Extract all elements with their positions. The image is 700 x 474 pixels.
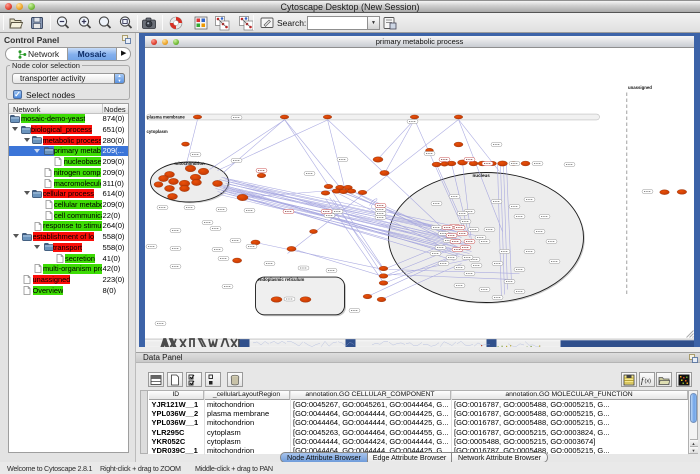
svg-text:nucleus: nucleus	[473, 173, 491, 178]
svg-text:plasma membrane: plasma membrane	[147, 114, 185, 119]
svg-text:cytoplasm: cytoplasm	[147, 129, 168, 134]
svg-text:unassigned: unassigned	[628, 85, 652, 90]
svg-text:mitochondrion: mitochondrion	[175, 161, 205, 166]
svg-text:endoplasmic reticulum: endoplasmic reticulum	[258, 276, 305, 281]
svg-text:(x): (x)	[645, 378, 652, 384]
